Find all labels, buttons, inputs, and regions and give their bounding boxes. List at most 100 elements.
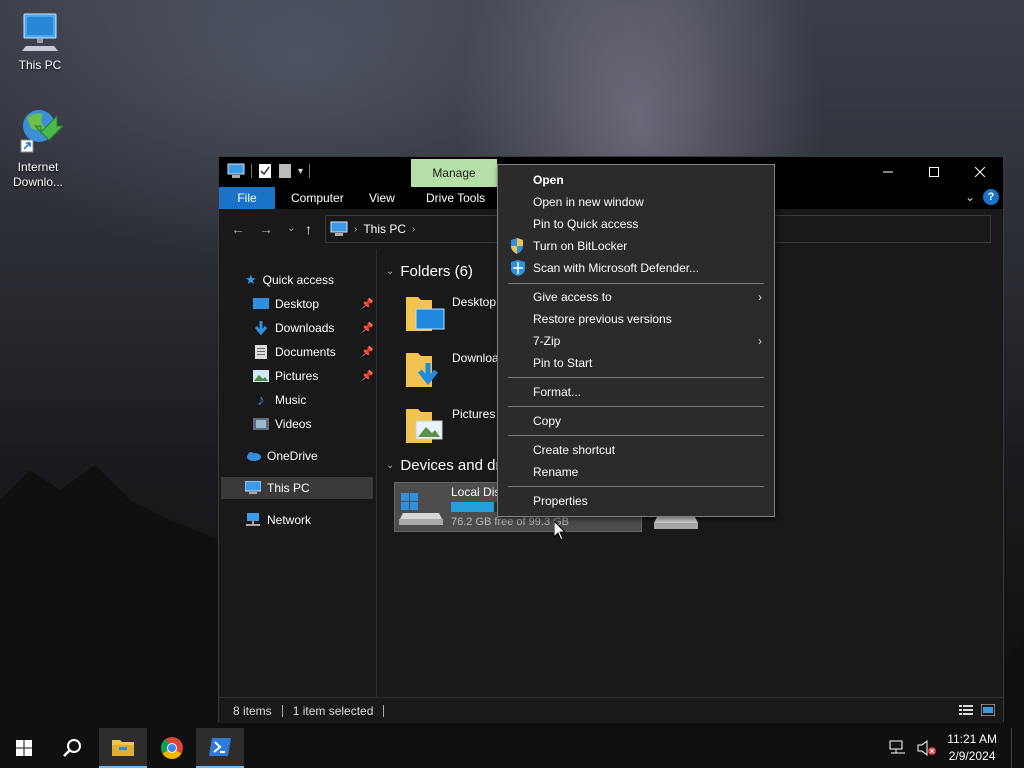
maximize-icon [929, 167, 939, 177]
collapse-chevron-icon[interactable]: ⌄ [386, 266, 394, 277]
menu-item-open-new-window[interactable]: Open in new window [500, 191, 772, 213]
menu-item-restore-versions[interactable]: Restore previous versions [500, 308, 772, 330]
navigation-pane: ★ Quick access Desktop 📌 Downloads 📌 Doc… [219, 249, 377, 697]
sidebar-item-pictures[interactable]: Pictures [253, 365, 318, 387]
menu-item-label: Copy [533, 414, 562, 428]
group-header-label: Folders (6) [400, 263, 473, 280]
details-view-icon[interactable] [959, 704, 973, 716]
toolbar-separator [309, 164, 311, 178]
close-button[interactable] [957, 157, 1003, 187]
back-arrow-icon[interactable]: ← [231, 221, 245, 237]
sidebar-item-downloads[interactable]: Downloads [253, 317, 334, 339]
forward-arrow-icon[interactable]: → [259, 221, 273, 237]
sidebar-item-videos[interactable]: Videos [253, 413, 311, 435]
sidebar-item-label: Downloads [275, 321, 335, 335]
desktop-icon-this-pc[interactable]: This PC [2, 10, 78, 73]
breadcrumb-chevron-icon[interactable]: › [354, 224, 357, 235]
sidebar-item-this-pc[interactable]: This PC [221, 477, 373, 499]
sidebar-item-label: Network [267, 513, 312, 527]
menu-item-give-access[interactable]: Give access to › [500, 286, 772, 308]
breadcrumb-this-pc[interactable]: This PC [363, 222, 406, 236]
menu-separator [508, 435, 764, 436]
tab-computer[interactable]: Computer [279, 187, 356, 209]
properties-icon[interactable] [258, 163, 272, 179]
menu-item-label: Rename [533, 465, 579, 479]
system-clock[interactable]: 11:21 AM 2/9/2024 [947, 731, 997, 765]
tab-view[interactable]: View [357, 187, 407, 209]
menu-item-label: Pin to Start [533, 356, 593, 370]
pin-icon[interactable]: 📌 [361, 299, 373, 310]
pictures-folder-icon [406, 409, 443, 443]
recent-locations-icon[interactable]: ⌄ [287, 223, 295, 234]
tab-drive-tools[interactable]: Drive Tools [414, 187, 497, 209]
clock-time: 11:21 AM [947, 732, 997, 746]
taskbar-powershell[interactable] [196, 728, 244, 768]
folder-item-desktop[interactable]: Desktop [404, 291, 496, 333]
documents-icon [255, 345, 267, 359]
menu-item-create-shortcut[interactable]: Create shortcut [500, 439, 772, 461]
submenu-arrow-icon: › [758, 290, 762, 304]
collapse-chevron-icon[interactable]: ⌄ [386, 460, 394, 471]
folder-item-downloads[interactable]: Downloa [404, 347, 499, 389]
menu-item-rename[interactable]: Rename [500, 461, 772, 483]
tab-file[interactable]: File [219, 187, 275, 209]
group-header-devices[interactable]: ⌄ Devices and dr [386, 457, 500, 474]
menu-item-pin-quick-access[interactable]: Pin to Quick access [500, 213, 772, 235]
maximize-button[interactable] [911, 157, 957, 187]
status-bar: 8 items 1 item selected [219, 697, 1003, 723]
status-separator [281, 704, 283, 717]
desktop-folder-icon [406, 297, 445, 331]
new-folder-icon[interactable] [278, 163, 292, 179]
menu-item-turn-on-bitlocker[interactable]: Turn on BitLocker [500, 235, 772, 257]
up-arrow-icon[interactable]: ↑ [305, 221, 312, 237]
help-icon[interactable]: ? [983, 189, 999, 205]
mouse-cursor-icon [554, 521, 566, 541]
sidebar-item-documents[interactable]: Documents [253, 341, 336, 363]
sidebar-item-music[interactable]: ♪ Music [253, 389, 306, 411]
pin-icon[interactable]: 📌 [361, 371, 373, 382]
folder-label: Downloa [452, 351, 499, 365]
expand-ribbon-icon[interactable]: ⌄ [965, 190, 975, 204]
shield-icon [511, 238, 523, 254]
this-pc-small-icon [227, 163, 245, 178]
volume-muted-icon[interactable] [917, 740, 937, 756]
menu-item-label: Pin to Quick access [533, 217, 639, 231]
drive-usage-fill [451, 502, 494, 512]
tiles-view-icon[interactable] [981, 704, 995, 716]
folder-item-pictures[interactable]: Pictures [404, 403, 495, 445]
taskbar-file-explorer[interactable] [99, 728, 147, 768]
group-header-folders[interactable]: ⌄ Folders (6) [386, 263, 473, 280]
search-icon [63, 739, 81, 757]
pin-icon[interactable]: 📌 [361, 323, 373, 334]
monitor-icon [22, 13, 58, 51]
menu-item-open[interactable]: Open [500, 169, 772, 191]
breadcrumb-chevron-icon[interactable]: › [412, 224, 415, 235]
submenu-arrow-icon: › [758, 334, 762, 348]
sidebar-item-label: Music [275, 393, 307, 407]
search-button[interactable] [48, 728, 96, 768]
sidebar-item-onedrive[interactable]: OneDrive [245, 445, 318, 467]
start-button[interactable] [0, 728, 48, 768]
sidebar-item-desktop[interactable]: Desktop [253, 293, 319, 315]
menu-item-pin-start[interactable]: Pin to Start [500, 352, 772, 374]
sidebar-item-label: Documents [275, 345, 336, 359]
menu-item-properties[interactable]: Properties [500, 490, 772, 512]
chrome-icon [161, 737, 183, 759]
drive-free-space: 76.2 GB free of 99.3 GB [451, 516, 570, 528]
pin-icon[interactable]: 📌 [361, 347, 373, 358]
sidebar-item-quick-access[interactable]: ★ Quick access [245, 269, 334, 291]
customize-toolbar-icon[interactable]: ▾ [298, 166, 303, 177]
sidebar-item-network[interactable]: Network [245, 509, 311, 531]
downloads-folder-icon [406, 353, 438, 387]
taskbar-chrome[interactable] [148, 728, 196, 768]
minimize-button[interactable] [865, 157, 911, 187]
tab-manage[interactable]: Manage [411, 159, 497, 187]
show-desktop-button[interactable] [1011, 728, 1012, 768]
menu-item-format[interactable]: Format... [500, 381, 772, 403]
menu-item-7zip[interactable]: 7-Zip › [500, 330, 772, 352]
menu-item-scan-defender[interactable]: Scan with Microsoft Defender... [500, 257, 772, 279]
desktop-icon-internet-download[interactable]: Internet Downlo... [0, 106, 76, 190]
menu-separator [508, 486, 764, 487]
menu-item-copy[interactable]: Copy [500, 410, 772, 432]
network-status-icon[interactable] [889, 740, 907, 756]
